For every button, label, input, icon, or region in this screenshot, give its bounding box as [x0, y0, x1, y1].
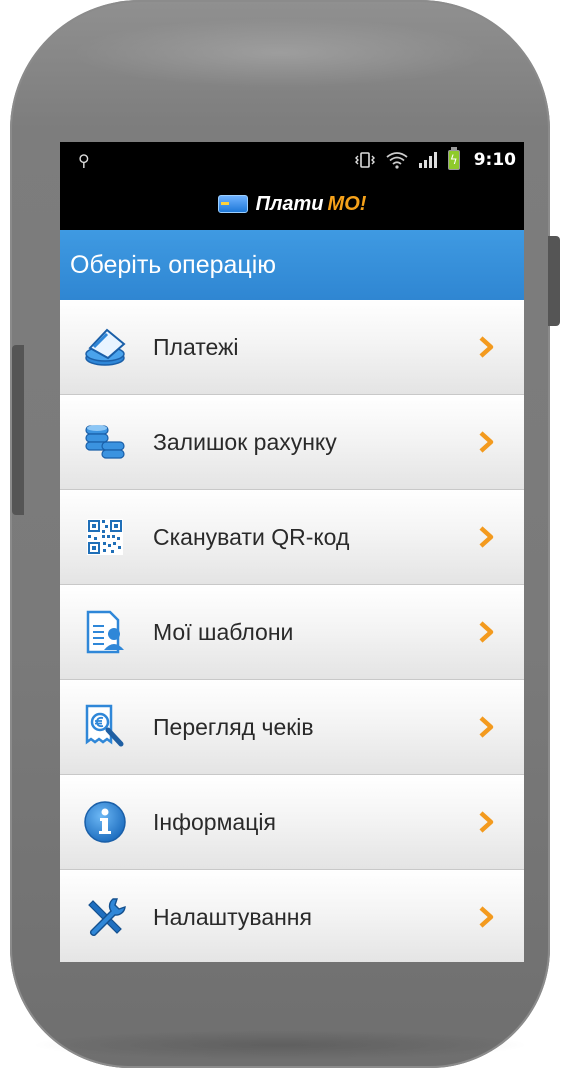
volume-button	[12, 345, 24, 515]
battery-icon: ϟ	[447, 147, 460, 170]
card-logo-icon	[217, 195, 248, 213]
menu-item-label: Мої шаблони	[153, 618, 294, 645]
payment-card-icon	[80, 322, 130, 372]
coins-stack-icon	[80, 417, 130, 467]
status-icons: ϟ 9:10	[354, 147, 516, 170]
menu-item-label: Сканувати QR-код	[153, 523, 350, 550]
menu-item-label: Платежі	[153, 333, 239, 360]
app-logo-accent-text: МО!	[327, 192, 367, 215]
menu-item-balance[interactable]: Залишок рахунку	[60, 395, 524, 490]
operations-menu: Платежі Залишок рахунку Сканувати QR-код…	[60, 300, 524, 962]
page-title: Оберіть операцію	[60, 230, 524, 300]
chevron-right-icon	[466, 621, 506, 643]
menu-item-label: Перегляд чеків	[153, 713, 314, 740]
tools-icon	[80, 892, 130, 942]
menu-item-label: Залишок рахунку	[153, 428, 337, 455]
status-bar: ⚲ ϟ 9:10	[60, 142, 524, 178]
receipt-search-icon	[80, 702, 130, 752]
app-logo-text: Плати	[255, 192, 324, 215]
menu-item-templates[interactable]: Мої шаблони	[60, 585, 524, 680]
app-bar: Плати МО!	[60, 178, 524, 230]
signal-strength-icon	[418, 151, 438, 169]
chevron-right-icon	[466, 526, 506, 548]
chevron-right-icon	[466, 431, 506, 453]
phone-bottom-shadow	[30, 1030, 530, 1060]
phone-screen: ⚲ ϟ 9:10 Плати МО! Оберіть операцію Плат…	[60, 142, 524, 962]
menu-item-scan-qr[interactable]: Сканувати QR-код	[60, 490, 524, 585]
usb-icon: ⚲	[78, 150, 90, 170]
status-time: 9:10	[473, 150, 516, 170]
qr-code-icon	[80, 512, 130, 562]
templates-document-icon	[80, 607, 130, 657]
menu-item-settings[interactable]: Налаштування	[60, 870, 524, 962]
chevron-right-icon	[466, 811, 506, 833]
chevron-right-icon	[466, 906, 506, 928]
vibrate-icon	[354, 151, 376, 169]
menu-item-label: Інформація	[153, 808, 276, 835]
menu-item-payments[interactable]: Платежі	[60, 300, 524, 395]
power-button	[548, 236, 560, 326]
info-icon	[80, 797, 130, 847]
menu-item-label: Налаштування	[153, 903, 312, 930]
menu-item-receipts[interactable]: Перегляд чеків	[60, 680, 524, 775]
chevron-right-icon	[466, 716, 506, 738]
phone-top-highlight	[70, 18, 490, 88]
wifi-icon	[386, 151, 408, 169]
menu-item-information[interactable]: Інформація	[60, 775, 524, 870]
chevron-right-icon	[466, 336, 506, 358]
